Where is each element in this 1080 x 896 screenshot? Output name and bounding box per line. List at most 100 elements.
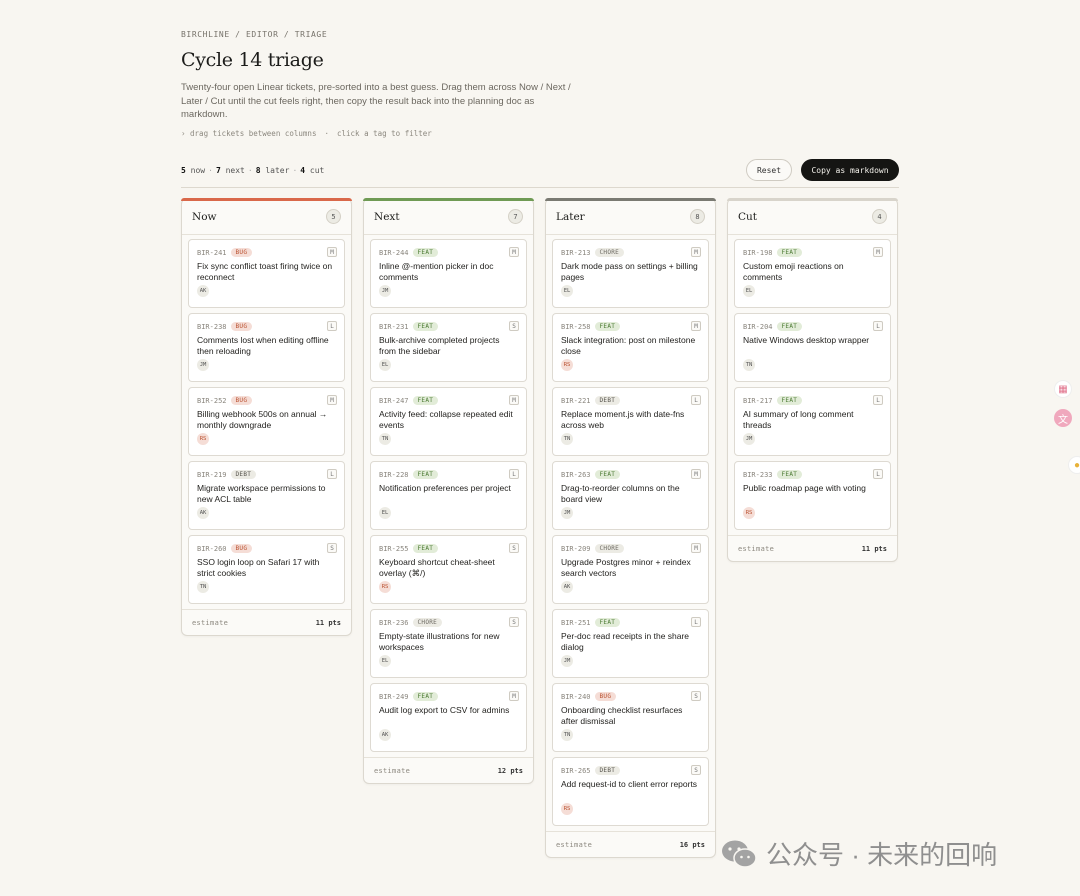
ticket-tag[interactable]: FEAT: [776, 396, 803, 405]
ticket-size-badge: S: [509, 321, 519, 331]
column-footer: estimate 11 pts: [728, 535, 897, 561]
copy-markdown-button[interactable]: Copy as markdown: [801, 159, 899, 181]
toolbar-actions: Reset Copy as markdown: [746, 159, 899, 181]
ticket-card[interactable]: BIR-265 DEBT S Add request-id to client err…: [552, 757, 709, 826]
ticket-card[interactable]: BIR-249 FEAT M Audit log export to CSV for …: [370, 683, 527, 752]
ticket-tag[interactable]: CHORE: [412, 618, 443, 627]
ticket-card[interactable]: BIR-247 FEAT M Activity feed: collapse repe…: [370, 387, 527, 456]
ticket-card[interactable]: BIR-260 BUG S SSO login loop on Safari 17 w…: [188, 535, 345, 604]
ticket-tag[interactable]: FEAT: [412, 544, 439, 553]
column-count-badge: 8: [690, 209, 705, 224]
ticket-tag[interactable]: DEBT: [230, 470, 257, 479]
ticket-size-badge: M: [509, 395, 519, 405]
ticket-tag[interactable]: FEAT: [412, 396, 439, 405]
ticket-title: Onboarding checklist resurfaces after di…: [561, 705, 683, 726]
assignee-avatar: JM: [197, 359, 209, 371]
ticket-card[interactable]: BIR-231 FEAT S Bulk-archive completed proje…: [370, 313, 527, 382]
ticket-size-badge: S: [509, 617, 519, 627]
estimate-label: estimate: [374, 766, 411, 775]
ticket-tag[interactable]: BUG: [594, 692, 617, 701]
ticket-card[interactable]: BIR-213 CHORE M Dark mode pass on settings …: [552, 239, 709, 308]
translate-widget-icon[interactable]: 文: [1054, 409, 1072, 427]
column-title: Next: [374, 210, 400, 223]
ticket-card[interactable]: BIR-228 FEAT L Notification preferences per…: [370, 461, 527, 530]
ticket-tag[interactable]: CHORE: [594, 248, 625, 257]
ticket-card[interactable]: BIR-255 FEAT S Keyboard shortcut cheat-shee…: [370, 535, 527, 604]
ticket-meta: BIR-258 FEAT: [561, 320, 700, 333]
ticket-tag[interactable]: DEBT: [594, 766, 621, 775]
ticket-size-badge: M: [509, 247, 519, 257]
ticket-tag[interactable]: FEAT: [412, 248, 439, 257]
ticket-tag[interactable]: FEAT: [412, 470, 439, 479]
ticket-id: BIR-260: [197, 544, 227, 553]
ticket-tag[interactable]: FEAT: [594, 470, 621, 479]
ticket-card[interactable]: BIR-258 FEAT M Slack integration: post on m…: [552, 313, 709, 382]
ticket-title: Add request-id to client error reports: [561, 779, 698, 789]
ticket-meta: BIR-204 FEAT: [743, 320, 882, 333]
column-summary: 5 now · 7 next · 8 later · 4 cut: [181, 166, 324, 175]
reset-button[interactable]: Reset: [746, 159, 792, 181]
ticket-id: BIR-247: [379, 396, 409, 405]
ticket-tag[interactable]: BUG: [230, 248, 253, 257]
ticket-tag[interactable]: BUG: [230, 544, 253, 553]
estimate-label: estimate: [556, 840, 593, 849]
ticket-tag[interactable]: FEAT: [412, 322, 439, 331]
column-count-badge: 7: [508, 209, 523, 224]
ticket-card[interactable]: BIR-252 BUG M Billing webhook 500s on annua…: [188, 387, 345, 456]
ticket-title: Keyboard shortcut cheat-sheet overlay (⌘…: [379, 557, 495, 578]
assignee-avatar: TN: [197, 581, 209, 593]
column-later[interactable]: Later 8 BIR-213 CHORE M Dark mode pass on set…: [545, 198, 716, 858]
ticket-id: BIR-221: [561, 396, 591, 405]
usage-hint: › drag tickets between columns · click a t…: [181, 129, 899, 138]
ticket-card[interactable]: BIR-241 BUG M Fix sync conflict toast firin…: [188, 239, 345, 308]
ticket-tag[interactable]: CHORE: [594, 544, 625, 553]
ticket-title: Bulk-archive completed projects from the…: [379, 335, 500, 356]
ticket-title: Comments lost when editing offline then …: [197, 335, 329, 356]
ticket-tag[interactable]: FEAT: [776, 470, 803, 479]
ticket-size-badge: M: [509, 691, 519, 701]
ticket-tag[interactable]: FEAT: [594, 322, 621, 331]
ticket-card[interactable]: BIR-204 FEAT L Native Windows desktop wrapp…: [734, 313, 891, 382]
ticket-tag[interactable]: FEAT: [776, 248, 803, 257]
ticket-card[interactable]: BIR-244 FEAT M Inline @-mention picker in d…: [370, 239, 527, 308]
ticket-card[interactable]: BIR-236 CHORE S Empty-state illustrations f…: [370, 609, 527, 678]
assignee-avatar: EL: [379, 655, 391, 667]
ticket-meta: BIR-247 FEAT: [379, 394, 518, 407]
ticket-tag[interactable]: FEAT: [776, 322, 803, 331]
ticket-id: BIR-241: [197, 248, 227, 257]
ticket-title: Notification preferences per project: [379, 483, 511, 493]
column-now[interactable]: Now 5 BIR-241 BUG M Fix sync conflict toast f…: [181, 198, 352, 636]
ticket-tag[interactable]: DEBT: [594, 396, 621, 405]
column-cut[interactable]: Cut 4 BIR-198 FEAT M Custom emoji reactions o…: [727, 198, 898, 562]
ticket-card[interactable]: BIR-221 DEBT L Replace moment.js with date-…: [552, 387, 709, 456]
column-count-badge: 5: [326, 209, 341, 224]
ticket-card[interactable]: BIR-198 FEAT M Custom emoji reactions on co…: [734, 239, 891, 308]
ticket-card[interactable]: BIR-217 FEAT L AI summary of long comment t…: [734, 387, 891, 456]
ticket-tag[interactable]: BUG: [230, 322, 253, 331]
ticket-tag[interactable]: FEAT: [594, 618, 621, 627]
page-header: BIRCHLINE / EDITOR / TRIAGE Cycle 14 tri…: [181, 30, 899, 188]
ticket-id: BIR-213: [561, 248, 591, 257]
assistant-widget-icon[interactable]: ●: [1068, 456, 1080, 474]
ticket-title: Inline @-mention picker in doc comments: [379, 261, 494, 282]
ticket-card[interactable]: BIR-238 BUG L Comments lost when editing of…: [188, 313, 345, 382]
ticket-card[interactable]: BIR-240 BUG S Onboarding checklist resurfac…: [552, 683, 709, 752]
card-list: BIR-241 BUG M Fix sync conflict toast firin…: [182, 235, 351, 604]
ticket-title: Fix sync conflict toast firing twice on …: [197, 261, 333, 282]
ticket-card[interactable]: BIR-263 FEAT M Drag-to-reorder columns on t…: [552, 461, 709, 530]
page-description: Twenty-four open Linear tickets, pre-sor…: [181, 82, 571, 120]
ticket-tag[interactable]: FEAT: [412, 692, 439, 701]
ticket-card[interactable]: BIR-233 FEAT L Public roadmap page with vot…: [734, 461, 891, 530]
column-accent: [727, 198, 898, 201]
ticket-size-badge: L: [509, 469, 519, 479]
ticket-tag[interactable]: BUG: [230, 396, 253, 405]
ticket-id: BIR-263: [561, 470, 591, 479]
ticket-card[interactable]: BIR-209 CHORE M Upgrade Postgres minor + re…: [552, 535, 709, 604]
estimate-total: 16 pts: [679, 840, 705, 849]
ticket-card[interactable]: BIR-251 FEAT L Per-doc read receipts in the…: [552, 609, 709, 678]
column-next[interactable]: Next 7 BIR-244 FEAT M Inline @-mention picker…: [363, 198, 534, 784]
ticket-card[interactable]: BIR-219 DEBT L Migrate workspace permission…: [188, 461, 345, 530]
ticket-id: BIR-255: [379, 544, 409, 553]
grid-widget-icon[interactable]: ▦: [1054, 380, 1072, 398]
assignee-avatar: EL: [561, 285, 573, 297]
